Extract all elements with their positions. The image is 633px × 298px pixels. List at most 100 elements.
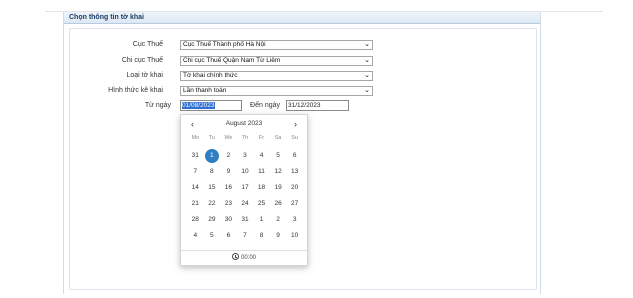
- calendar-day[interactable]: 25: [253, 196, 270, 212]
- calendar-day-number: 11: [258, 168, 265, 175]
- calendar-day[interactable]: 4: [187, 228, 204, 244]
- calendar-day-number: 3: [243, 152, 247, 159]
- calendar-day-number: 25: [257, 200, 266, 207]
- calendar-day[interactable]: 7: [187, 164, 204, 180]
- calendar-day[interactable]: 22: [204, 196, 221, 212]
- calendar-week: 21 22 23 24 25 26 27: [187, 196, 303, 212]
- calendar-day-number: 31: [191, 152, 199, 159]
- calendar-day[interactable]: 2: [270, 212, 287, 228]
- calendar-day[interactable]: 19: [270, 180, 287, 196]
- calendar-day[interactable]: 13: [286, 164, 303, 180]
- calendar-day-number: 14: [191, 184, 199, 191]
- calendar-day[interactable]: 4: [253, 148, 270, 164]
- calendar-day-number: 9: [226, 168, 231, 175]
- cuc-thue-label: Cục Thuế: [132, 41, 163, 48]
- calendar-day[interactable]: 31: [187, 148, 204, 164]
- calendar-grid: 31 1 2 3 4 5 6 7 8 9 10 11 12 13 14 15 16 17 18 19 20 21 22 23 2…: [187, 148, 303, 244]
- chevron-down-icon: ⌄: [364, 87, 370, 94]
- calendar-day[interactable]: 12: [270, 164, 287, 180]
- loai-to-khai-select[interactable]: Tờ khai chính thức ⌄: [180, 71, 373, 81]
- calendar-day[interactable]: 26: [270, 196, 287, 212]
- calendar-day[interactable]: 24: [237, 196, 254, 212]
- calendar-month-title[interactable]: August 2023: [181, 119, 307, 129]
- cuc-thue-select[interactable]: Cục Thuế Thành phố Hà Nội ⌄: [180, 40, 373, 50]
- section-header: Chọn thông tin tờ khai: [64, 12, 540, 24]
- calendar-week: 14 15 16 17 18 19 20: [187, 180, 303, 196]
- loai-to-khai-value: Tờ khai chính thức: [183, 72, 238, 79]
- weekday-label: Tu: [208, 135, 215, 141]
- calendar-day[interactable]: 28: [187, 212, 204, 228]
- calendar-day[interactable]: 29: [204, 212, 221, 228]
- calendar-day[interactable]: 5: [270, 148, 287, 164]
- calendar-day[interactable]: 7: [237, 228, 254, 244]
- calendar-day-number: 10: [241, 168, 249, 175]
- calendar-day[interactable]: 21: [187, 196, 204, 212]
- calendar-day[interactable]: 1: [204, 148, 221, 164]
- calendar-day[interactable]: 16: [220, 180, 237, 196]
- chi-cuc-thue-label: Chi cục Thuế: [121, 57, 163, 64]
- calendar-day-number: 8: [259, 232, 264, 239]
- calendar-day[interactable]: 20: [286, 180, 303, 196]
- calendar-day-number: 20: [291, 184, 299, 191]
- weekday-label: Su: [291, 135, 299, 141]
- calendar-day-number: 15: [208, 184, 216, 191]
- calendar-day-number: 4: [193, 232, 198, 239]
- chevron-right-icon[interactable]: ›: [294, 119, 297, 129]
- calendar-day-number: 27: [291, 200, 299, 207]
- calendar-day[interactable]: 3: [286, 212, 303, 228]
- calendar-day[interactable]: 23: [220, 196, 237, 212]
- calendar-day-number: 23: [224, 200, 233, 207]
- calendar-day-number: 1: [204, 149, 219, 163]
- calendar-day[interactable]: 18: [253, 180, 270, 196]
- calendar-day-number: 5: [276, 152, 280, 159]
- hinh-thuc-ke-khai-value: Lần thanh toán: [183, 87, 227, 94]
- calendar-day[interactable]: 27: [286, 196, 303, 212]
- calendar-day-number: 21: [191, 200, 199, 207]
- calendar-day[interactable]: 1: [253, 212, 270, 228]
- calendar-week: 31 1 2 3 4 5 6: [187, 148, 303, 164]
- calendar-day-number: 6: [226, 232, 231, 239]
- weekday-header: Mo Tu We Th Fr Sa Su: [187, 135, 303, 143]
- calendar-day[interactable]: 10: [237, 164, 254, 180]
- calendar-day-number: 26: [274, 200, 282, 207]
- calendar-day[interactable]: 17: [237, 180, 254, 196]
- calendar-day[interactable]: 6: [220, 228, 237, 244]
- calendar-day[interactable]: 2: [220, 148, 237, 164]
- calendar-day[interactable]: 8: [253, 228, 270, 244]
- den-ngay-input[interactable]: 31/12/2023: [286, 100, 349, 111]
- den-ngay-value: 31/12/2023: [288, 102, 321, 109]
- calendar-day-number: 17: [241, 184, 249, 191]
- calendar-day-number: 29: [208, 216, 216, 223]
- calendar-day[interactable]: 9: [220, 164, 237, 180]
- calendar-day[interactable]: 9: [270, 228, 287, 244]
- chevron-down-icon: ⌄: [364, 57, 370, 64]
- calendar-day[interactable]: 8: [204, 164, 221, 180]
- time-selector[interactable]: 00:00: [181, 250, 307, 265]
- calendar-week: 4 5 6 7 8 9 10: [187, 228, 303, 244]
- calendar-day[interactable]: 31: [237, 212, 254, 228]
- calendar-day-number: 12: [274, 168, 282, 175]
- calendar-day-number: 8: [210, 168, 214, 175]
- calendar-day[interactable]: 15: [204, 180, 221, 196]
- chi-cuc-thue-select[interactable]: Chi cục Thuế Quận Nam Từ Liêm ⌄: [180, 56, 373, 66]
- calendar-day[interactable]: 11: [253, 164, 270, 180]
- calendar-day-number: 9: [276, 232, 280, 239]
- calendar-day-number: 19: [274, 184, 282, 191]
- calendar-day[interactable]: 5: [204, 228, 221, 244]
- calendar-day[interactable]: 10: [286, 228, 303, 244]
- calendar-day[interactable]: 3: [237, 148, 254, 164]
- calendar-day-number: 18: [257, 184, 266, 191]
- calendar-day-number: 5: [210, 232, 214, 239]
- section-title: Chọn thông tin tờ khai: [69, 14, 144, 21]
- calendar-day[interactable]: 30: [220, 212, 237, 228]
- calendar-day[interactable]: 6: [286, 148, 303, 164]
- calendar-week: 7 8 9 10 11 12 13: [187, 164, 303, 180]
- calendar-day-number: 28: [191, 216, 199, 223]
- chevron-down-icon: ⌄: [364, 41, 370, 48]
- calendar-day[interactable]: 14: [187, 180, 204, 196]
- chevron-down-icon: ⌄: [364, 72, 370, 79]
- date-picker-popup: ‹ August 2023 › Mo Tu We Th Fr Sa Su 31 1 2 3 4 5 6 7…: [180, 114, 308, 266]
- hinh-thuc-ke-khai-select[interactable]: Lần thanh toán ⌄: [180, 86, 373, 96]
- cuc-thue-value: Cục Thuế Thành phố Hà Nội: [183, 41, 266, 48]
- weekday-label: Sa: [274, 135, 282, 141]
